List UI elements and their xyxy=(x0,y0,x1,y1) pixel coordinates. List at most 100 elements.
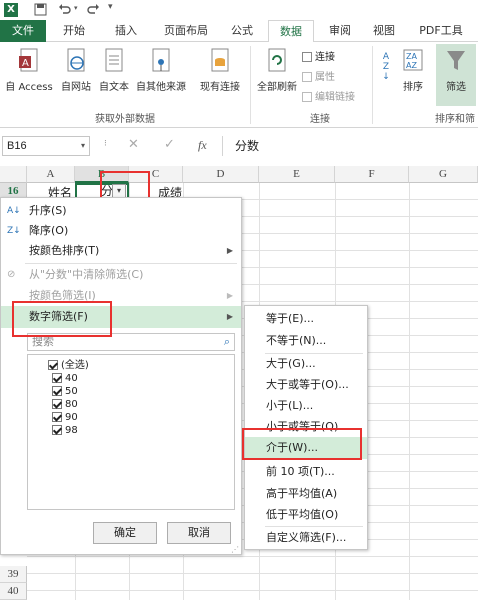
checkbox-icon xyxy=(52,425,62,435)
connections-label: 连接 xyxy=(315,52,335,63)
other-sources-icon xyxy=(152,48,170,72)
column-header-g[interactable]: G xyxy=(409,166,478,183)
from-text-label: 自文本 xyxy=(99,82,129,93)
tab-review[interactable]: 审阅 xyxy=(320,20,360,42)
edit-links-label: 编辑链接 xyxy=(315,92,355,103)
properties-button[interactable]: 属性 xyxy=(302,68,366,86)
formula-bar: B16 ▾ ⁝ ✕ ✓ fx 分数 xyxy=(0,134,478,160)
properties-icon xyxy=(302,72,312,82)
from-access-button[interactable]: A 自 Access xyxy=(2,48,56,93)
undo-icon[interactable] xyxy=(58,3,72,16)
edit-links-button[interactable]: 编辑链接 xyxy=(302,88,368,106)
from-other-sources-button[interactable]: 自其他来源 xyxy=(132,48,190,93)
column-header-f[interactable]: F xyxy=(335,166,409,183)
submenu-item-greater-than[interactable]: 大于(G)... xyxy=(245,353,367,375)
sort-ascending-icon: A↓ xyxy=(7,206,21,216)
cancel-button[interactable]: 取消 xyxy=(167,522,231,544)
ribbon-separator xyxy=(372,46,373,124)
connections-button[interactable]: 连接 xyxy=(302,48,366,66)
from-web-button[interactable]: 自网站 xyxy=(58,48,94,93)
confirm-entry-icon[interactable]: ✓ xyxy=(164,137,175,152)
tab-data[interactable]: 数据 xyxy=(268,20,314,43)
select-all-corner[interactable] xyxy=(0,166,27,183)
annotation-box-between xyxy=(242,428,362,460)
from-other-sources-label: 自其他来源 xyxy=(136,82,186,93)
value-checkbox-80[interactable]: 80 xyxy=(48,398,234,411)
row-header-40[interactable]: 40 xyxy=(0,583,27,600)
value-label: 80 xyxy=(65,399,78,410)
existing-connections-button[interactable]: 现有连接 xyxy=(194,48,246,93)
save-icon[interactable] xyxy=(34,3,47,16)
connections-group-label: 连接 xyxy=(310,114,330,125)
tab-home[interactable]: 开始 xyxy=(54,20,94,42)
value-checkbox-98[interactable]: 98 xyxy=(48,424,234,437)
submenu-item-less-than[interactable]: 小于(L)... xyxy=(245,395,367,417)
refresh-icon xyxy=(268,48,286,72)
values-list: (全选) 40 50 80 90 98 xyxy=(27,354,235,510)
annotation-box-number-filters xyxy=(12,301,112,337)
submenu-arrow-icon: ▶ xyxy=(226,246,233,255)
refresh-all-button[interactable]: 全部刷新 xyxy=(254,48,300,93)
cancel-entry-icon[interactable]: ✕ xyxy=(128,137,139,152)
submenu-item-above-average[interactable]: 高于平均值(A) xyxy=(245,483,367,505)
sort-by-color-item[interactable]: 按颜色排序(T) ▶ xyxy=(1,240,241,262)
ok-button[interactable]: 确定 xyxy=(93,522,157,544)
checkbox-icon xyxy=(52,412,62,422)
insert-function-icon[interactable]: fx xyxy=(198,138,207,153)
sort-az-button[interactable]: A Z ↓ xyxy=(378,52,394,92)
submenu-item-below-average[interactable]: 低于平均值(O) xyxy=(245,504,367,526)
submenu-item-top-10[interactable]: 前 10 项(T)... xyxy=(245,461,367,483)
value-checkbox-90[interactable]: 90 xyxy=(48,411,234,424)
resize-grip-icon[interactable]: ⋰ xyxy=(231,545,239,554)
name-box-value: B16 xyxy=(7,140,27,152)
access-icon: A xyxy=(19,48,38,72)
column-header-a[interactable]: A xyxy=(27,166,75,183)
svg-text:AZ: AZ xyxy=(406,61,417,70)
submenu-arrow-icon: ▶ xyxy=(226,312,233,321)
name-box-dropdown-icon[interactable]: ▾ xyxy=(81,137,85,155)
checkbox-icon xyxy=(52,399,62,409)
sort-descending-icon: Z↓ xyxy=(7,226,21,236)
formula-input[interactable]: 分数 xyxy=(222,136,476,156)
column-header-d[interactable]: D xyxy=(183,166,259,183)
existing-connections-icon xyxy=(211,48,229,72)
from-text-button[interactable]: 自文本 xyxy=(96,48,132,93)
column-header-e[interactable]: E xyxy=(259,166,335,183)
value-checkbox-50[interactable]: 50 xyxy=(48,385,234,398)
refresh-all-label: 全部刷新 xyxy=(257,82,297,93)
value-label: 98 xyxy=(65,425,78,436)
submenu-item-not-equals[interactable]: 不等于(N)... xyxy=(245,330,367,352)
tab-formulas[interactable]: 公式 xyxy=(222,20,262,42)
tab-view[interactable]: 视图 xyxy=(364,20,404,42)
filter-label: 筛选 xyxy=(446,82,466,93)
value-checkbox-40[interactable]: 40 xyxy=(48,372,234,385)
filter-button[interactable]: 筛选 xyxy=(436,44,476,106)
value-label: 40 xyxy=(65,373,78,384)
ribbon: A 自 Access 自网站 自文本 自其他来源 现有连接 获取外部数据 全部刷… xyxy=(0,42,478,128)
formula-bar-options-icon: ⁝ xyxy=(104,139,107,149)
tab-insert[interactable]: 插入 xyxy=(106,20,146,42)
sort-ascending-item[interactable]: A↓ 升序(S) xyxy=(1,200,241,222)
sort-az-icon: A Z ↓ xyxy=(382,52,390,82)
clear-filter-item[interactable]: ⊘ 从"分数"中清除筛选(C) xyxy=(1,264,241,286)
quick-access-menu-icon[interactable]: ▾ xyxy=(108,2,113,12)
ribbon-tabs: 文件 开始 插入 页面布局 公式 数据 审阅 视图 PDF工具 xyxy=(0,20,478,43)
search-icon: ⌕ xyxy=(223,335,230,348)
undo-dropdown-icon[interactable]: ▾ xyxy=(74,4,78,12)
submenu-item-equals[interactable]: 等于(E)... xyxy=(245,308,367,330)
checkbox-icon xyxy=(52,373,62,383)
row-header-39[interactable]: 39 xyxy=(0,566,27,583)
sort-icon: ZAAZ xyxy=(403,49,423,71)
tab-pdf-tools[interactable]: PDF工具 xyxy=(410,20,472,42)
redo-icon[interactable] xyxy=(86,3,100,16)
sort-descending-item[interactable]: Z↓ 降序(O) xyxy=(1,220,241,242)
submenu-item-greater-or-equal[interactable]: 大于或等于(O)... xyxy=(245,374,367,396)
name-box[interactable]: B16 ▾ xyxy=(2,136,90,156)
select-all-checkbox[interactable]: (全选) xyxy=(48,359,234,372)
submenu-item-custom-filter[interactable]: 自定义筛选(F)... xyxy=(245,527,367,549)
get-external-data-group-label: 获取外部数据 xyxy=(95,114,155,125)
tab-file[interactable]: 文件 xyxy=(0,20,46,42)
filter-menu: A↓ 升序(S) Z↓ 降序(O) 按颜色排序(T) ▶ ⊘ 从"分数"中清除筛… xyxy=(0,197,242,555)
sort-button[interactable]: ZA AZ 排序 xyxy=(398,48,428,93)
tab-page-layout[interactable]: 页面布局 xyxy=(156,20,216,42)
